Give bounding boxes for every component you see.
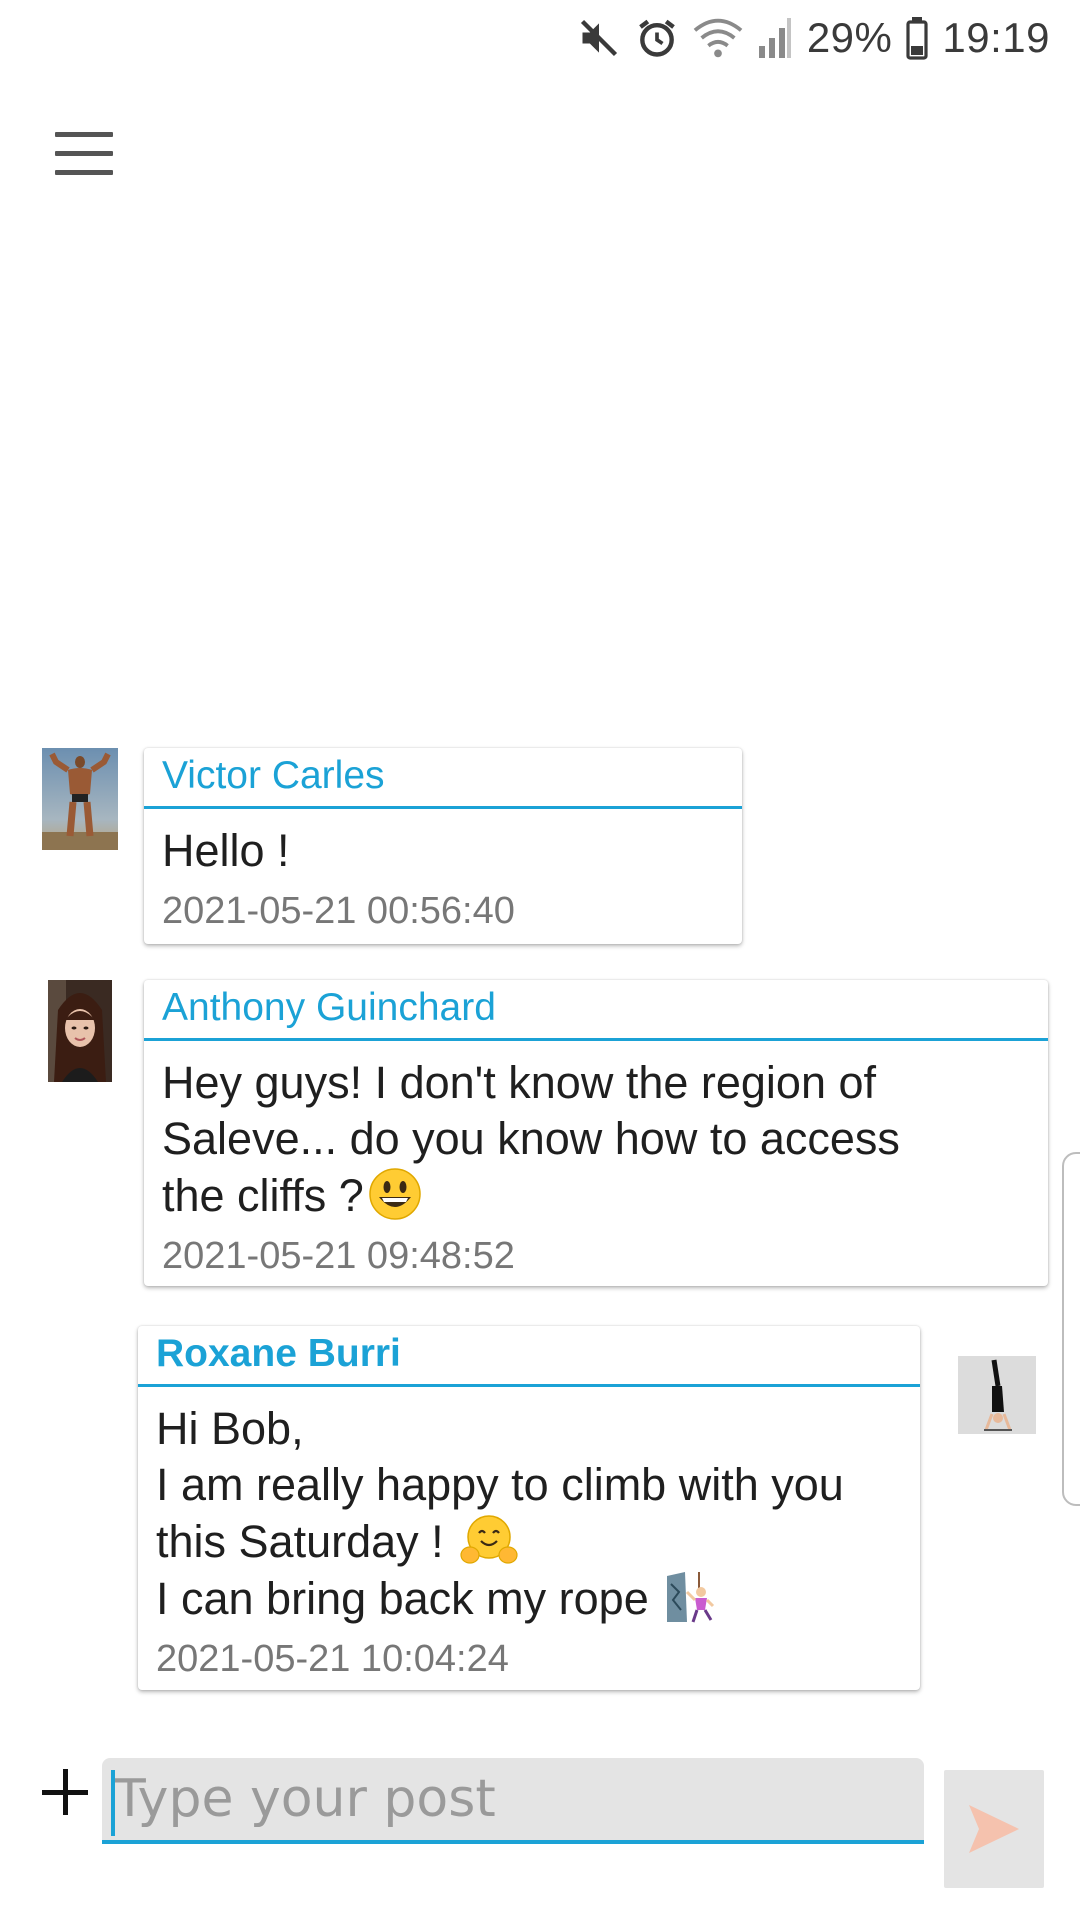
message-author[interactable]: Anthony Guinchard <box>144 980 1048 1041</box>
status-icons: 29% 19:19 <box>577 8 1050 68</box>
signal-icon <box>758 18 791 58</box>
clock: 19:19 <box>942 14 1050 61</box>
post-input[interactable] <box>102 1758 924 1844</box>
handstand-photo <box>958 1356 1036 1434</box>
message-line: Saleve... do you know how to access <box>162 1113 900 1164</box>
battery-percent: 29% <box>806 14 893 61</box>
mute-icon <box>580 19 617 57</box>
message-line-text: the cliffs ? <box>162 1170 364 1221</box>
message-body: Hi Bob, I am really happy to climb with … <box>138 1387 920 1627</box>
message-line-text: I can bring back my rope <box>156 1573 662 1624</box>
status-bar: 29% 19:19 <box>0 0 1080 76</box>
message-author[interactable]: Victor Carles <box>144 748 742 809</box>
menu-line <box>55 131 113 137</box>
message-line: I can bring back my rope <box>156 1570 902 1627</box>
avatar-victor-carles[interactable] <box>42 748 118 850</box>
message-card[interactable]: Roxane Burri Hi Bob, I am really happy t… <box>138 1326 920 1690</box>
menu-line <box>55 169 113 175</box>
message-body: Hello ! <box>144 809 742 879</box>
woman-climbing-emoji <box>667 1572 715 1623</box>
message-card[interactable]: Anthony Guinchard Hey guys! I don't know… <box>144 980 1048 1286</box>
message-line: the cliffs ? <box>162 1167 1030 1224</box>
bodybuilder-photo <box>42 748 118 850</box>
message-card[interactable]: Victor Carles Hello ! 2021-05-21 00:56:4… <box>144 748 742 944</box>
message-timestamp: 2021-05-21 09:48:52 <box>162 1235 515 1277</box>
grinning-face-emoji <box>369 1168 421 1220</box>
hamburger-menu-icon[interactable] <box>40 118 128 188</box>
message-line-text: this Saturday ! <box>156 1516 457 1567</box>
message-author[interactable]: Roxane Burri <box>138 1326 920 1387</box>
message-line: Hello ! <box>162 825 290 876</box>
woman-selfie-photo <box>48 980 112 1082</box>
message-body: Hey guys! I don't know the region of Sal… <box>144 1041 1048 1224</box>
message-line: Hi Bob, <box>156 1403 304 1454</box>
scroll-indicator[interactable] <box>1062 1152 1080 1506</box>
message-timestamp: 2021-05-21 00:56:40 <box>162 890 515 932</box>
message-timestamp: 2021-05-21 10:04:24 <box>156 1638 509 1680</box>
battery-icon <box>906 17 928 60</box>
avatar-anthony-guinchard[interactable] <box>48 980 112 1082</box>
send-button[interactable] <box>944 1770 1044 1888</box>
avatar-roxane-burri[interactable] <box>958 1356 1036 1434</box>
add-attachment-button[interactable] <box>38 1762 94 1822</box>
message-line: this Saturday ! <box>156 1513 902 1570</box>
send-arrow-icon <box>969 1805 1019 1853</box>
message-line: Hey guys! I don't know the region of <box>162 1057 877 1108</box>
text-cursor <box>111 1770 115 1836</box>
menu-line <box>55 150 113 156</box>
alarm-icon <box>639 19 675 57</box>
hugging-face-emoji <box>460 1515 518 1564</box>
wifi-icon <box>693 18 743 58</box>
message-line: I am really happy to climb with you <box>156 1459 844 1510</box>
